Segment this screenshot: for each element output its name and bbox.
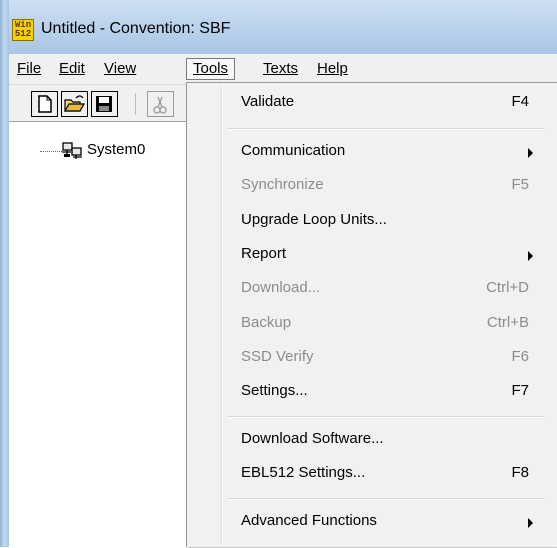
window-frame-left (0, 0, 9, 547)
save-disk-icon (96, 96, 112, 112)
submenu-arrow-icon (528, 518, 533, 528)
cut-scissors-icon (153, 96, 167, 114)
menu-item-shortcut: Ctrl+B (486, 314, 529, 331)
menu-view-label: View (104, 60, 137, 77)
open-folder-icon (63, 95, 86, 112)
submenu-arrow-icon (528, 251, 533, 261)
menu-item-report[interactable]: Report (189, 241, 549, 269)
menu-item-label: Communication (241, 142, 346, 159)
tools-dropdown-menu: Validate F4 Communication Synchronize F5… (186, 82, 557, 547)
menu-texts[interactable]: Texts (257, 58, 304, 80)
menu-item-label: Download Software... (241, 430, 384, 447)
menu-item-label: Upgrade Loop Units... (241, 211, 387, 228)
menu-item-upgrade-loop-units[interactable]: Upgrade Loop Units... (189, 207, 549, 235)
network-computers-icon (62, 142, 82, 159)
menu-help-label: Help (317, 60, 348, 77)
menu-edit-label: Edit (59, 60, 85, 77)
menu-texts-label: Texts (263, 60, 299, 77)
menu-item-label: SSD Verify (241, 348, 314, 365)
window-title: Untitled - Convention: SBF (41, 20, 231, 37)
menu-item-ssd-verify: SSD Verify F6 (189, 344, 549, 372)
menu-item-label: EBL512 Settings... (241, 464, 366, 481)
menu-edit[interactable]: Edit (53, 58, 91, 80)
system-tree[interactable]: System0 (9, 121, 191, 548)
new-document-icon (38, 95, 52, 113)
menu-view[interactable]: View (98, 58, 142, 80)
menu-item-shortcut: F7 (511, 382, 529, 399)
menu-item-shortcut: F5 (511, 176, 529, 193)
menu-item-settings[interactable]: Settings... F7 (189, 378, 549, 406)
win512-app-icon[interactable]: Win 512 (12, 19, 34, 41)
menu-item-shortcut: F6 (511, 348, 529, 365)
menu-item-label: Backup (241, 314, 292, 331)
menu-item-label: Synchronize (241, 176, 324, 193)
menu-separator (227, 128, 545, 130)
app-icon-text-bottom: 512 (14, 29, 32, 39)
window-titlebar[interactable]: Win 512 Untitled - Convention: SBF (0, 0, 557, 54)
menu-item-synchronize: Synchronize F5 (189, 172, 549, 200)
menu-item-label: Validate (241, 93, 295, 110)
menu-item-label: Settings... (241, 382, 308, 399)
menu-item-label: Report (241, 245, 287, 262)
new-document-button[interactable] (31, 91, 58, 117)
menu-item-shortcut: Ctrl+D (486, 279, 529, 296)
open-button[interactable] (61, 91, 88, 117)
menu-bar: File Edit View Tools Texts Help (9, 54, 557, 85)
menu-item-validate[interactable]: Validate F4 (189, 89, 549, 117)
menu-item-label: Advanced Functions (241, 512, 377, 529)
menu-item-shortcut: F8 (511, 464, 529, 481)
menu-item-backup: Backup Ctrl+B (189, 310, 549, 338)
save-button[interactable] (91, 91, 118, 117)
menu-item-download-software[interactable]: Download Software... (189, 426, 549, 454)
menu-item-label: Download... (241, 279, 321, 296)
menu-item-communication[interactable]: Communication (189, 138, 549, 166)
toolbar-separator (135, 93, 136, 115)
menu-item-shortcut: F4 (511, 93, 529, 110)
cut-button[interactable] (147, 91, 174, 117)
submenu-arrow-icon (528, 148, 533, 158)
tree-item-system0[interactable]: System0 (87, 141, 145, 158)
menu-tools[interactable]: Tools (186, 58, 236, 80)
toolbar (9, 85, 190, 121)
menu-help[interactable]: Help (311, 58, 354, 80)
menu-separator (227, 416, 545, 418)
menu-file[interactable]: File (11, 58, 47, 80)
tree-connector (40, 151, 62, 152)
menu-item-advanced-functions[interactable]: Advanced Functions (189, 508, 549, 536)
menu-item-ebl512-settings[interactable]: EBL512 Settings... F8 (189, 460, 549, 488)
menu-item-download: Download... Ctrl+D (189, 275, 549, 303)
menu-file-label: File (17, 60, 42, 77)
menu-separator (227, 498, 545, 500)
menu-tools-label: Tools (193, 60, 229, 77)
